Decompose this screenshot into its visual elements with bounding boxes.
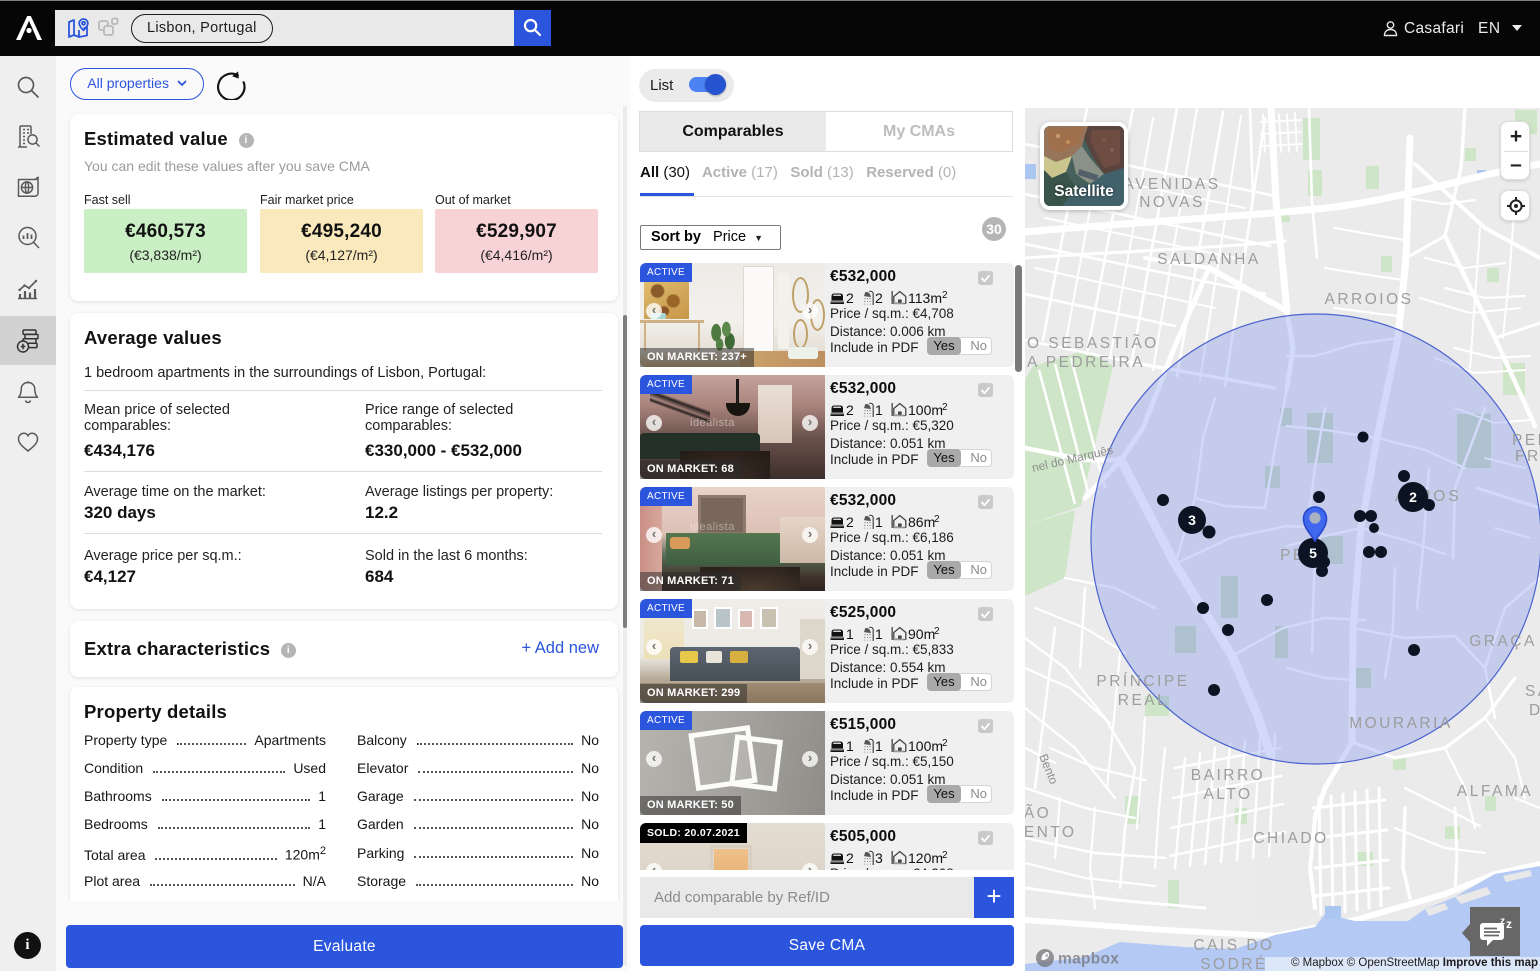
svg-text:REAL: REAL [1118, 692, 1169, 709]
svg-text:1: 1 [846, 626, 854, 642]
svg-text:AVENIDAS: AVENIDAS [1123, 176, 1220, 193]
svg-text:2: 2 [846, 850, 854, 866]
svg-text:2: 2 [875, 290, 883, 306]
svg-text:2: 2 [942, 402, 948, 413]
svg-text:A PEDREIRA: A PEDREIRA [1027, 354, 1145, 371]
svg-text:120m: 120m [908, 850, 943, 866]
svg-text:ARROIOS: ARROIOS [1325, 291, 1414, 308]
svg-text:2: 2 [1409, 489, 1417, 505]
svg-text:1: 1 [875, 738, 883, 754]
svg-text:1: 1 [846, 738, 854, 754]
svg-text:GRAÇA: GRAÇA [1469, 633, 1537, 650]
svg-text:1: 1 [875, 402, 883, 418]
svg-text:2: 2 [846, 402, 854, 418]
svg-text:100m: 100m [908, 402, 943, 418]
svg-text:3: 3 [1188, 512, 1196, 528]
svg-text:PRÍNCIPE: PRÍNCIPE [1096, 673, 1189, 690]
svg-text:2: 2 [846, 290, 854, 306]
svg-text:2: 2 [934, 626, 940, 637]
svg-text:86m: 86m [908, 514, 935, 530]
svg-text:ALFAMA: ALFAMA [1457, 783, 1533, 800]
svg-text:z: z [1506, 917, 1512, 931]
svg-text:BAIRRO: BAIRRO [1191, 767, 1265, 784]
svg-text:SALDANHA: SALDANHA [1157, 251, 1261, 268]
svg-text:ALTO: ALTO [1203, 786, 1252, 803]
svg-text:FR.: FR. [1515, 448, 1540, 465]
svg-text:1: 1 [875, 626, 883, 642]
svg-text:2: 2 [942, 850, 948, 861]
svg-text:100m: 100m [908, 738, 943, 754]
svg-text:SÃO: SÃO [1025, 805, 1051, 822]
svg-text:PEN: PEN [1512, 432, 1540, 449]
svg-text:CHIADO: CHIADO [1253, 830, 1328, 847]
svg-text:O SEBASTIÃO: O SEBASTIÃO [1027, 335, 1159, 352]
svg-text:MOURARIA: MOURARIA [1349, 715, 1453, 732]
svg-text:2: 2 [942, 290, 948, 301]
svg-text:NOVAS: NOVAS [1139, 194, 1205, 211]
svg-text:2: 2 [846, 514, 854, 530]
svg-text:SODRÉ: SODRÉ [1200, 956, 1268, 971]
svg-text:z: z [1500, 916, 1505, 927]
svg-text:2: 2 [942, 738, 948, 749]
svg-text:BENTO: BENTO [1025, 824, 1077, 841]
svg-text:mapbox: mapbox [1058, 951, 1119, 968]
svg-text:3: 3 [875, 850, 883, 866]
svg-text:113m: 113m [908, 290, 942, 306]
svg-text:SÃO: SÃO [1525, 683, 1540, 700]
svg-text:CAIS DO: CAIS DO [1193, 937, 1274, 954]
svg-text:D: D [1529, 702, 1540, 719]
svg-text:2: 2 [934, 514, 940, 525]
svg-text:90m: 90m [908, 626, 935, 642]
svg-text:1: 1 [875, 514, 883, 530]
svg-text:5: 5 [1309, 545, 1317, 561]
